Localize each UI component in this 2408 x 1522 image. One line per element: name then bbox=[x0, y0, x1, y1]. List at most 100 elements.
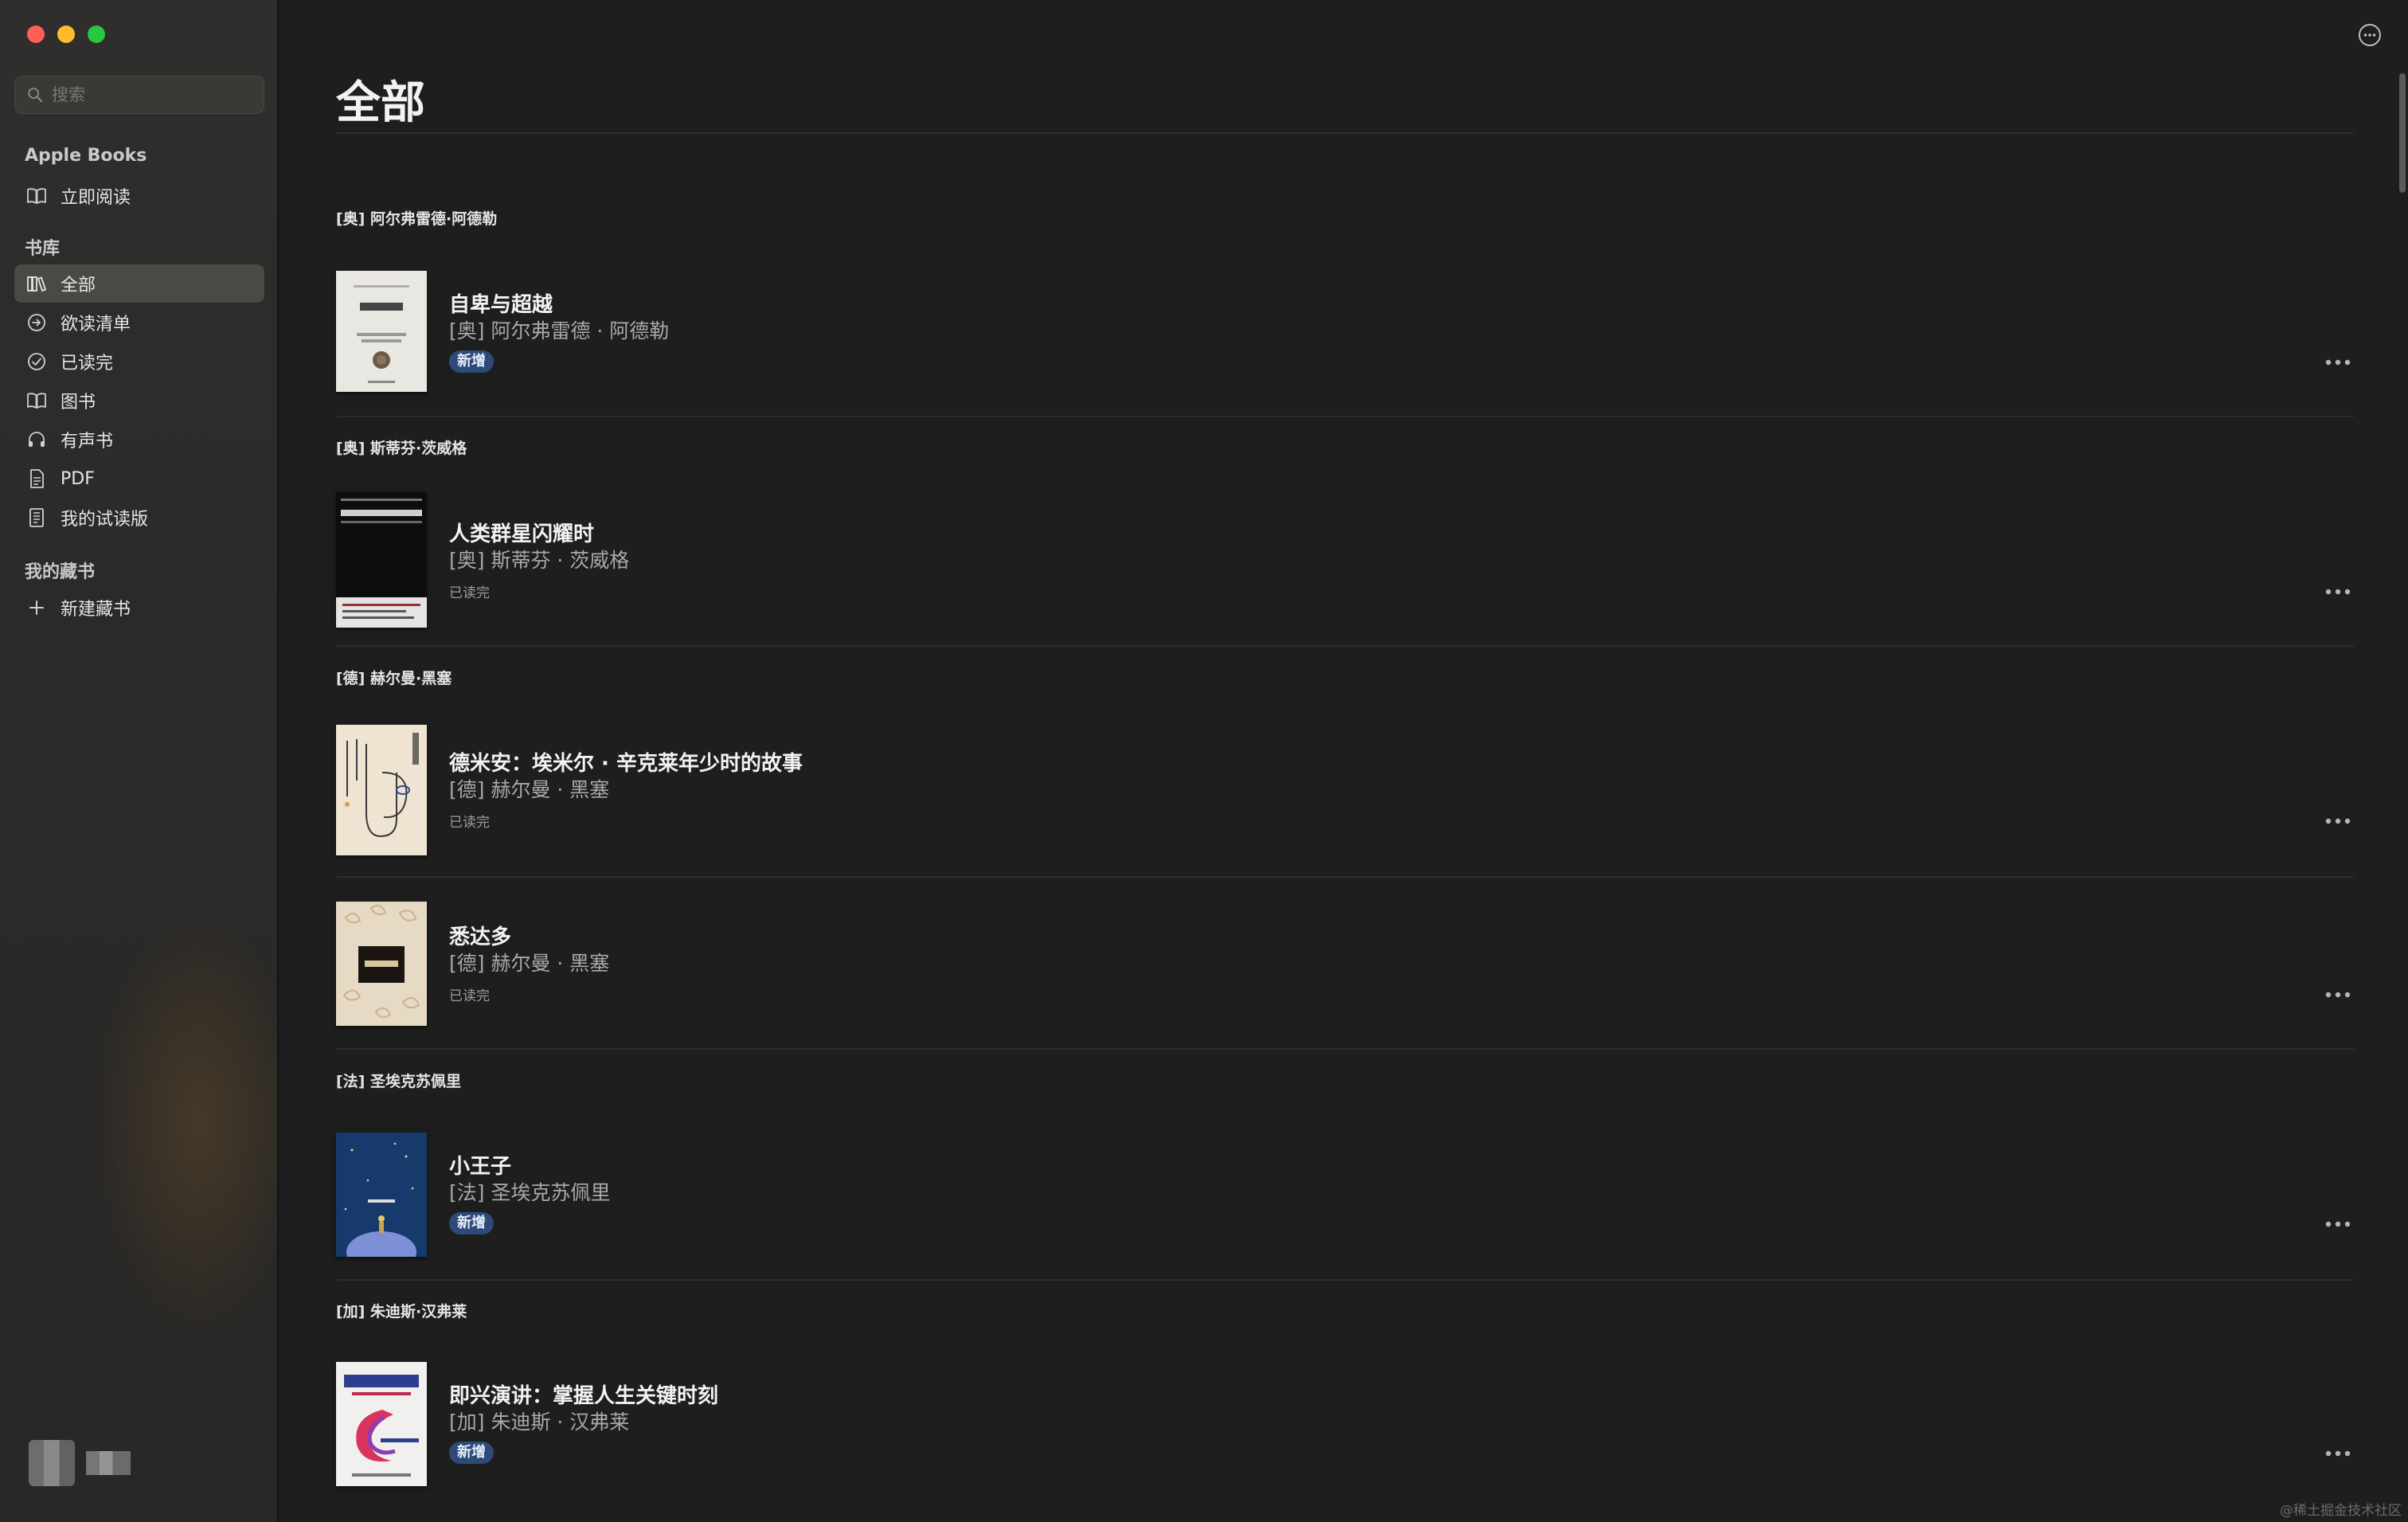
author-heading: [奥] 阿尔弗雷德·阿德勒 bbox=[336, 210, 498, 228]
book-title: 人类群星闪耀时 bbox=[449, 522, 595, 546]
cover-image bbox=[336, 725, 427, 855]
sidebar-item-label: 图书 bbox=[61, 393, 96, 413]
book-title: 即兴演讲：掌握人生关键时刻 bbox=[449, 1384, 719, 1408]
zoom-window-button[interactable] bbox=[88, 25, 105, 43]
avatar bbox=[29, 1440, 75, 1486]
status-finished: 已读完 bbox=[449, 988, 490, 1004]
sidebar-item-finished[interactable]: 已读完 bbox=[14, 342, 264, 381]
sample-icon bbox=[29, 508, 44, 527]
book-cover[interactable] bbox=[336, 902, 427, 1026]
sidebar-backdrop bbox=[96, 916, 277, 1330]
sidebar-item-new-collection[interactable]: 新建藏书 bbox=[14, 589, 264, 627]
watermark: @稀土掘金技术社区 bbox=[2280, 1503, 2402, 1519]
scrollbar-thumb[interactable] bbox=[2399, 73, 2406, 193]
section-my-collections: 我的藏书 bbox=[25, 562, 96, 582]
author-heading: [德] 赫尔曼·黑塞 bbox=[336, 670, 452, 687]
check-circle-icon bbox=[28, 353, 45, 370]
arrow-circle-icon bbox=[28, 314, 45, 331]
book-row[interactable]: 德米安：埃米尔 · 辛克莱年少时的故事 [德] 赫尔曼 · 黑塞 已读完 bbox=[336, 722, 2354, 878]
new-badge: 新增 bbox=[449, 350, 494, 373]
headphones-icon bbox=[29, 432, 45, 447]
author-heading: [加] 朱迪斯·汉弗莱 bbox=[336, 1303, 467, 1321]
book-cover[interactable] bbox=[336, 1362, 427, 1486]
more-icon[interactable] bbox=[2322, 816, 2354, 827]
section-apple-books: Apple Books bbox=[25, 146, 147, 166]
more-icon[interactable] bbox=[2322, 586, 2354, 597]
more-icon[interactable] bbox=[2322, 357, 2354, 368]
section-library: 书库 bbox=[25, 239, 61, 259]
book-cover[interactable] bbox=[336, 271, 427, 392]
book-cover[interactable] bbox=[336, 492, 427, 628]
account-button[interactable] bbox=[29, 1440, 131, 1486]
sidebar-item-samples[interactable]: 我的试读版 bbox=[14, 499, 264, 537]
sidebar-item-books[interactable]: 图书 bbox=[14, 381, 264, 420]
book-author: [奥] 阿尔弗雷德 · 阿德勒 bbox=[449, 319, 670, 342]
divider bbox=[336, 1048, 2354, 1050]
divider bbox=[336, 132, 2354, 134]
book-cover[interactable] bbox=[336, 1133, 427, 1257]
book-row[interactable]: 悉达多 [德] 赫尔曼 · 黑塞 已读完 bbox=[336, 878, 2354, 1050]
sidebar-item-all[interactable]: 全部 bbox=[14, 264, 264, 303]
page-title: 全部 bbox=[336, 77, 425, 129]
book-author: [奥] 斯蒂芬 · 茨威格 bbox=[449, 549, 630, 572]
more-icon[interactable] bbox=[2322, 1219, 2354, 1230]
sidebar: Apple Books 立即阅读 书库 全部 欲读清单 已读完 bbox=[0, 0, 279, 1522]
book-row[interactable]: 即兴演讲：掌握人生关键时刻 [加] 朱迪斯 · 汉弗莱 新增 bbox=[336, 1354, 2354, 1510]
sidebar-item-audiobooks[interactable]: 有声书 bbox=[14, 421, 264, 459]
account-name-redacted bbox=[86, 1451, 131, 1475]
cover-image bbox=[336, 902, 427, 1026]
sidebar-item-label: 我的试读版 bbox=[61, 510, 149, 530]
book-row[interactable]: 自卑与超越 [奥] 阿尔弗雷德 · 阿德勒 新增 bbox=[336, 263, 2354, 417]
book-title: 悉达多 bbox=[449, 925, 512, 949]
sidebar-item-label: 已读完 bbox=[61, 354, 114, 374]
book-title: 小王子 bbox=[449, 1155, 512, 1179]
divider bbox=[336, 645, 2354, 647]
book-title: 德米安：埃米尔 · 辛克莱年少时的故事 bbox=[449, 752, 803, 776]
window-controls bbox=[27, 25, 105, 43]
sidebar-item-label: 全部 bbox=[61, 276, 96, 295]
search-icon bbox=[28, 88, 43, 103]
scrollbar[interactable] bbox=[2397, 73, 2408, 193]
author-heading: [法] 圣埃克苏佩里 bbox=[336, 1073, 461, 1090]
book-row[interactable]: 人类群星闪耀时 [奥] 斯蒂芬 · 茨威格 已读完 bbox=[336, 492, 2354, 647]
close-window-button[interactable] bbox=[27, 25, 45, 43]
document-icon bbox=[30, 469, 44, 488]
sidebar-item-label: 新建藏书 bbox=[61, 600, 131, 620]
book-author: [法] 圣埃克苏佩里 bbox=[449, 1181, 611, 1204]
divider bbox=[336, 1279, 2354, 1281]
sidebar-item-label: 有声书 bbox=[61, 432, 114, 452]
search-input[interactable] bbox=[52, 85, 251, 104]
book-author: [加] 朱迪斯 · 汉弗莱 bbox=[449, 1410, 630, 1434]
cover-image bbox=[336, 1362, 427, 1486]
book-author: [德] 赫尔曼 · 黑塞 bbox=[449, 778, 610, 801]
status-finished: 已读完 bbox=[449, 585, 490, 601]
book-title: 自卑与超越 bbox=[449, 293, 553, 317]
book-cover[interactable] bbox=[336, 725, 427, 855]
cover-image bbox=[336, 1133, 427, 1257]
more-options-icon[interactable] bbox=[2357, 22, 2383, 48]
book-author: [德] 赫尔曼 · 黑塞 bbox=[449, 952, 610, 975]
book-icon bbox=[27, 393, 46, 409]
new-badge: 新增 bbox=[449, 1212, 494, 1234]
book-row[interactable]: 小王子 [法] 圣埃克苏佩里 新增 bbox=[336, 1125, 2354, 1281]
plus-icon bbox=[29, 601, 44, 615]
sidebar-item-label: PDF bbox=[61, 468, 95, 489]
sidebar-item-want-to-read[interactable]: 欲读清单 bbox=[14, 303, 264, 342]
more-icon[interactable] bbox=[2322, 1448, 2354, 1459]
main-content: 全部 [奥] 阿尔弗雷德·阿德勒 自卑与超越 [奥] 阿尔弗雷德 · 阿德勒 新… bbox=[280, 0, 2408, 1522]
open-book-icon bbox=[27, 188, 46, 204]
search-field[interactable] bbox=[14, 76, 264, 114]
library-icon bbox=[27, 276, 46, 291]
cover-image bbox=[336, 492, 427, 628]
sidebar-item-pdf[interactable]: PDF bbox=[14, 460, 264, 498]
sidebar-item-label: 欲读清单 bbox=[61, 315, 131, 335]
minimize-window-button[interactable] bbox=[57, 25, 75, 43]
status-finished: 已读完 bbox=[449, 815, 490, 831]
new-badge: 新增 bbox=[449, 1442, 494, 1464]
sidebar-item-label: 立即阅读 bbox=[61, 188, 131, 208]
sidebar-item-reading-now[interactable]: 立即阅读 bbox=[14, 177, 264, 215]
divider bbox=[336, 416, 2354, 417]
cover-image bbox=[336, 271, 427, 392]
more-icon[interactable] bbox=[2322, 989, 2354, 1000]
author-heading: [奥] 斯蒂芬·茨威格 bbox=[336, 440, 467, 457]
